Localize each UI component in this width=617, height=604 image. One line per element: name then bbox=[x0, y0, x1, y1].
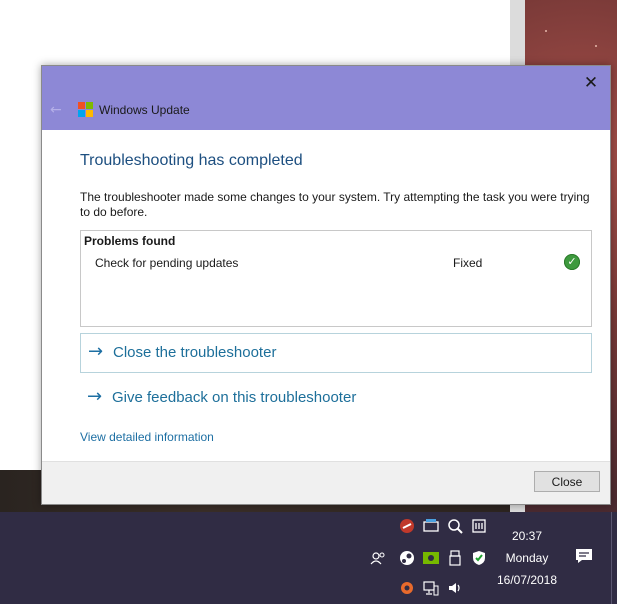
close-icon[interactable]: ✕ bbox=[580, 72, 602, 94]
windows-update-logo-icon bbox=[78, 102, 94, 118]
close-button[interactable]: Close bbox=[534, 471, 600, 492]
show-desktop-separator[interactable] bbox=[611, 512, 612, 604]
arrow-right-icon: → bbox=[88, 341, 104, 362]
close-troubleshooter-label: Close the troubleshooter bbox=[113, 344, 277, 361]
keyboard-icon[interactable] bbox=[423, 518, 439, 534]
usb-icon[interactable] bbox=[447, 550, 463, 566]
problem-item-name: Check for pending updates bbox=[95, 256, 239, 270]
clock-time[interactable]: 20:37 bbox=[487, 529, 567, 543]
problems-found-title: Problems found bbox=[84, 234, 176, 248]
network-icon[interactable] bbox=[423, 580, 439, 596]
close-troubleshooter-link[interactable]: → Close the troubleshooter bbox=[80, 333, 592, 373]
problem-item-status: Fixed bbox=[453, 256, 483, 270]
page-heading: Troubleshooting has completed bbox=[80, 152, 303, 169]
view-detailed-information-link[interactable]: View detailed information bbox=[80, 430, 214, 444]
record-icon[interactable] bbox=[399, 580, 415, 596]
steam-icon[interactable] bbox=[399, 550, 415, 566]
app-tray-icon-4[interactable] bbox=[471, 518, 487, 534]
security-shield-icon[interactable] bbox=[471, 550, 487, 566]
taskbar: 20:37 Monday 16/07/2018 bbox=[0, 512, 617, 604]
back-arrow-icon[interactable]: ← bbox=[50, 102, 62, 118]
nvidia-icon[interactable] bbox=[423, 550, 439, 566]
arrow-right-icon: → bbox=[87, 386, 103, 407]
problems-found-panel: Problems found Check for pending updates… bbox=[80, 230, 592, 327]
give-feedback-link[interactable]: → Give feedback on this troubleshooter bbox=[80, 379, 592, 419]
dialog-title: Windows Update bbox=[99, 103, 190, 117]
troubleshooter-dialog: ✕ ← Windows Update Troubleshooting has c… bbox=[41, 65, 611, 505]
clock-date[interactable]: 16/07/2018 bbox=[487, 573, 567, 587]
give-feedback-label: Give feedback on this troubleshooter bbox=[112, 389, 357, 406]
check-circle-icon: ✓ bbox=[564, 254, 580, 270]
app-tray-icon-1[interactable] bbox=[399, 518, 415, 534]
action-center-icon[interactable] bbox=[575, 548, 593, 564]
dialog-titlebar: ✕ ← Windows Update bbox=[42, 66, 610, 130]
dialog-footer: Close bbox=[42, 461, 610, 504]
gpu-tray-icon[interactable] bbox=[447, 518, 463, 534]
people-icon[interactable] bbox=[370, 550, 386, 566]
clock-day[interactable]: Monday bbox=[487, 551, 567, 565]
description-text: The troubleshooter made some changes to … bbox=[80, 190, 590, 219]
volume-icon[interactable] bbox=[447, 580, 463, 596]
